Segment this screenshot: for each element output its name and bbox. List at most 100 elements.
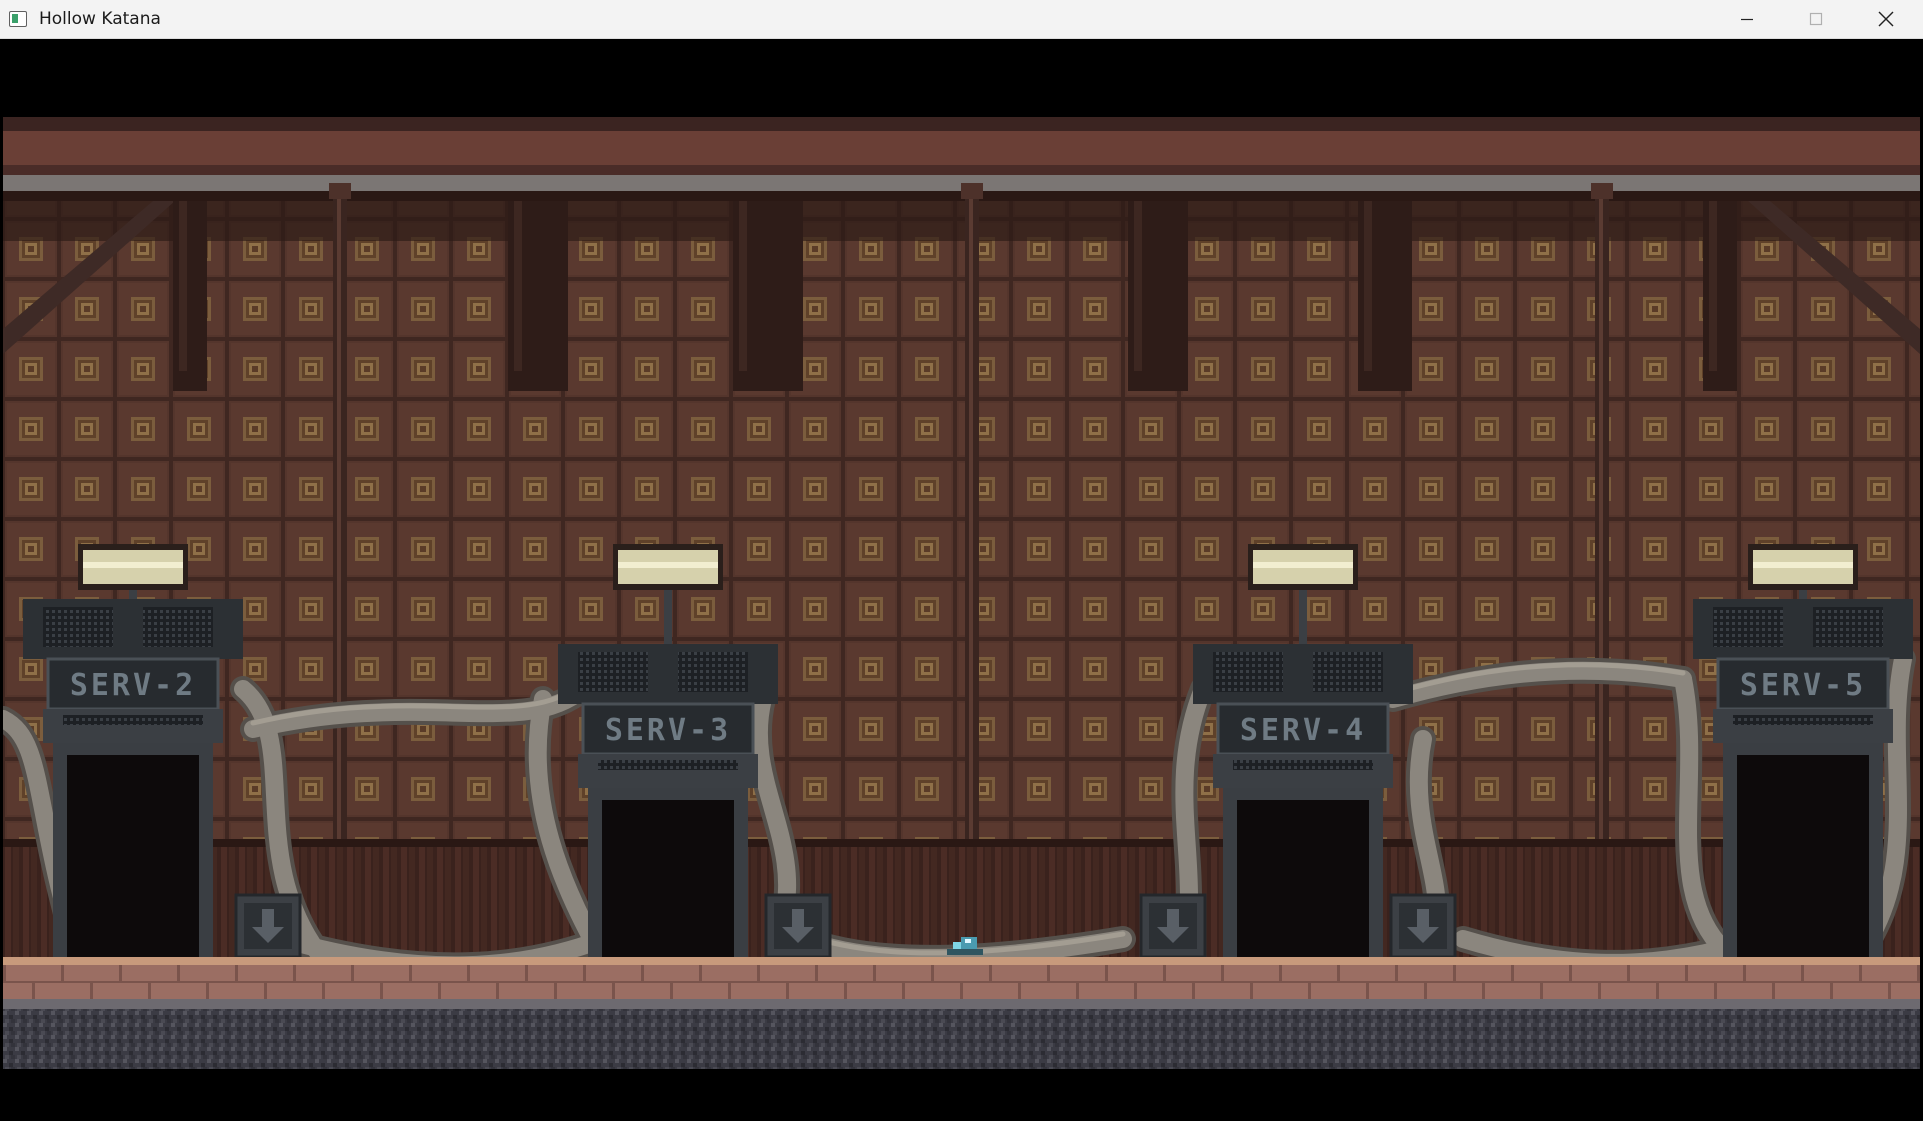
game-viewport[interactable]: SERV-2 SERV-3 SERV-4 SERV-5	[3, 39, 1920, 1117]
ceiling-strut-edge	[179, 201, 187, 371]
server-door-header	[1713, 709, 1893, 743]
floor-top	[3, 957, 1920, 965]
brick-joint	[235, 965, 238, 981]
brick-joint	[699, 965, 702, 981]
lamp-glow	[1253, 562, 1353, 568]
brick-joint	[902, 983, 905, 999]
upper-wall-shadow	[3, 201, 1920, 241]
server-2: SERV-2	[23, 544, 243, 957]
brick-joint	[1540, 983, 1543, 999]
back-wall	[3, 201, 1920, 881]
wall-column-highlight	[969, 187, 973, 877]
server-5: SERV-5	[1693, 544, 1913, 957]
ceiling-strut-edge	[1134, 201, 1142, 371]
floor-ground	[3, 1009, 1920, 1069]
ceiling-strut	[173, 201, 207, 391]
brick-joint	[1627, 965, 1630, 981]
lamp-glow	[1753, 562, 1853, 568]
roof-trim-dark	[3, 165, 1920, 175]
brick-joint	[467, 965, 470, 981]
server-label: SERV-4	[1240, 713, 1366, 748]
server-vent	[678, 652, 748, 692]
brick-joint	[1337, 965, 1340, 981]
minimize-icon	[1741, 18, 1753, 21]
title-bar[interactable]: Hollow Katana	[0, 0, 1923, 39]
brick-joint	[1917, 965, 1920, 981]
lamp-stem	[129, 590, 137, 599]
brick-joint	[1047, 965, 1050, 981]
brick-joint	[1859, 965, 1862, 981]
brick-joint	[148, 983, 151, 999]
brick-course-line	[3, 981, 1920, 983]
ceiling-strut-edge	[739, 201, 747, 371]
ceiling-strut	[1703, 201, 1737, 391]
server-label: SERV-3	[605, 713, 731, 748]
brick-joint	[1714, 983, 1717, 999]
brick-joint	[583, 965, 586, 981]
game-window: Hollow Katana SERV-2 SERV-3 SERV-4 SERV-…	[0, 0, 1923, 1121]
roof-trim	[3, 131, 1920, 165]
brick-joint	[496, 983, 499, 999]
server-vent	[578, 652, 648, 692]
brick-joint	[1105, 965, 1108, 981]
brick-joint	[931, 965, 934, 981]
lamp-glow	[83, 562, 183, 568]
brick-joint	[844, 983, 847, 999]
brick-joint	[1279, 965, 1282, 981]
brick-joint	[612, 983, 615, 999]
server-label: SERV-2	[70, 668, 196, 703]
brick-joint	[989, 965, 992, 981]
brick-joint	[1511, 965, 1514, 981]
brick-joint	[1801, 965, 1804, 981]
server-vent	[1813, 607, 1883, 647]
brick-joint	[1395, 965, 1398, 981]
ceiling-strut-edge	[1364, 201, 1372, 371]
top-letterbox	[3, 39, 1920, 117]
brick-joint	[351, 965, 354, 981]
server-doorway	[1237, 800, 1369, 957]
wall-column-highlight	[1599, 187, 1603, 877]
brick-joint	[206, 983, 209, 999]
brick-joint	[1685, 965, 1688, 981]
column-cap	[961, 183, 983, 199]
down-arrow-icon	[764, 893, 832, 959]
lamp-stem	[664, 590, 672, 644]
brick-joint	[1163, 965, 1166, 981]
close-button[interactable]	[1851, 0, 1921, 38]
brick-joint	[1424, 983, 1427, 999]
brick-joint	[293, 965, 296, 981]
lamp-stem	[1799, 590, 1807, 599]
brick-joint	[757, 965, 760, 981]
server-header-vent	[63, 715, 203, 725]
lamp-stem	[1299, 590, 1307, 644]
brick-joint	[525, 965, 528, 981]
server-label: SERV-5	[1740, 668, 1866, 703]
maximize-button[interactable]	[1781, 0, 1851, 38]
brick-joint	[1221, 965, 1224, 981]
brick-joint	[1569, 965, 1572, 981]
server-vent	[143, 607, 213, 647]
brick-joint	[1772, 983, 1775, 999]
column-cap	[1591, 183, 1613, 199]
brick-joint	[1482, 983, 1485, 999]
brick-joint	[3, 965, 6, 981]
server-door-header	[578, 754, 758, 788]
brick-joint	[1888, 983, 1891, 999]
minimize-button[interactable]	[1712, 0, 1782, 38]
brick-joint	[409, 965, 412, 981]
brick-joint	[1656, 983, 1659, 999]
server-vent	[1313, 652, 1383, 692]
brick-joint	[32, 983, 35, 999]
brick-joint	[1250, 983, 1253, 999]
brick-joint	[1308, 983, 1311, 999]
lamp-glow	[618, 562, 718, 568]
brick-joint	[1076, 983, 1079, 999]
brick-joint	[670, 983, 673, 999]
brick-joint	[61, 965, 64, 981]
server-doorway	[67, 755, 199, 957]
brick-joint	[815, 965, 818, 981]
game-scene: SERV-2 SERV-3 SERV-4 SERV-5	[3, 39, 1920, 1117]
server-vent	[1713, 607, 1783, 647]
floor-lip	[3, 999, 1920, 1009]
brick-joint	[177, 965, 180, 981]
